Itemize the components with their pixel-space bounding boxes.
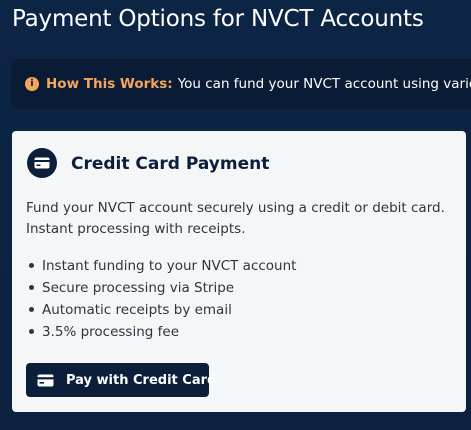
card-title: Credit Card Payment	[71, 154, 270, 174]
payment-options-page: Payment Options for NVCT Accounts i How …	[0, 0, 471, 430]
pay-with-credit-card-button[interactable]: Pay with Credit Card	[26, 363, 216, 397]
pay-button-label: Pay with Credit Card	[66, 372, 217, 388]
page-title: Payment Options for NVCT Accounts	[12, 6, 424, 32]
feature-item: 3.5% processing fee	[26, 321, 296, 343]
feature-item: Secure processing via Stripe	[26, 277, 296, 299]
feature-item: Automatic receipts by email	[26, 299, 296, 321]
feature-text: Secure processing via Stripe	[42, 280, 235, 296]
bullet-icon	[29, 328, 34, 334]
credit-card-payment-card: Credit Card Payment Fund your NVCT accou…	[12, 131, 466, 412]
feature-text: Instant funding to your NVCT account	[42, 258, 297, 274]
feature-text: 3.5% processing fee	[42, 324, 179, 340]
info-banner-label: How This Works:	[46, 76, 173, 92]
info-icon: i	[25, 77, 39, 91]
info-banner-text: You can fund your NVCT account using var…	[177, 76, 471, 92]
bullet-icon	[29, 284, 34, 290]
feature-text: Automatic receipts by email	[42, 302, 232, 318]
bullet-icon	[29, 262, 34, 268]
credit-card-icon	[37, 374, 54, 387]
credit-card-icon	[27, 148, 57, 178]
info-banner: i How This Works: You can fund your NVCT…	[11, 59, 471, 109]
card-description: Fund your NVCT account securely using a …	[26, 200, 445, 237]
bullet-icon	[29, 306, 34, 312]
feature-item: Instant funding to your NVCT account	[26, 255, 296, 277]
feature-list: Instant funding to your NVCT account Sec…	[26, 255, 296, 343]
